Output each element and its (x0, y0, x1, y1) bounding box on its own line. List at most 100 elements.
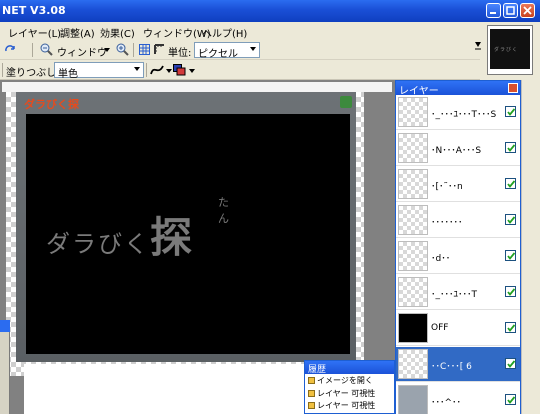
layer-thumbnail (398, 313, 428, 343)
history-panel-title: 履歴 (308, 365, 327, 375)
title-bar: NET V3.08 (0, 0, 540, 22)
unit-select[interactable]: ピクセル (194, 42, 260, 60)
menu-adjust[interactable]: 調整(A) (60, 25, 95, 40)
blend-mode-icon[interactable] (173, 64, 186, 79)
layer-visibility-checkbox[interactable] (505, 214, 516, 225)
chevron-down-icon (134, 67, 140, 71)
layer-thumbnail (398, 349, 428, 379)
chevron-down-icon (250, 47, 256, 51)
layer-thumbnail (398, 205, 428, 235)
layer-name: ･[･˜･･n (431, 182, 463, 192)
layer-icon (308, 390, 315, 397)
workspace-ruler (2, 82, 392, 92)
minimize-button[interactable] (486, 3, 501, 18)
thumbnail-image: ダラびく (490, 29, 530, 69)
dropdown-arrow-icon[interactable] (166, 69, 172, 73)
dropdown-arrow-icon[interactable] (189, 69, 195, 73)
layer-visibility-checkbox[interactable] (505, 106, 516, 117)
layer-name: ･d･･ (431, 254, 451, 264)
curve-stroke-icon[interactable] (150, 64, 164, 79)
unit-label: 単位: (168, 48, 192, 59)
toolbar-grip (2, 63, 3, 77)
window-title: NET V3.08 (2, 4, 66, 17)
redo-icon[interactable] (4, 43, 16, 58)
layer-row[interactable]: OFF (396, 311, 520, 346)
fill-select-value: 単色 (58, 69, 78, 80)
toolbar-separator (146, 63, 147, 77)
thumbnail-logo: ダラびく (494, 47, 519, 53)
maximize-button[interactable] (503, 3, 518, 18)
layer-visibility-checkbox[interactable] (505, 178, 516, 189)
layer-thumbnail (398, 97, 428, 127)
menu-bar: レイヤー(L) 調整(A) 効果(C) ウィンドウ(W) ヘルプ(H) (0, 22, 480, 40)
toolbar-separator (32, 43, 33, 57)
toolbar-main: ウィンドウ 単位: ピクセル (0, 40, 480, 60)
layer-name: OFF (431, 323, 449, 333)
menu-layer[interactable]: レイヤー(L) (8, 25, 61, 40)
layers-scrollbar[interactable] (521, 80, 540, 414)
layer-name: ･_･･･ﾕ･･･T･･･S (431, 110, 497, 120)
history-panel: 履歴 イメージを開く レイヤー 可視性 レイヤー 可視性 (304, 360, 395, 414)
close-button[interactable] (520, 3, 535, 18)
history-item[interactable]: イメージを開く (308, 375, 373, 386)
tools-panel-stub[interactable] (0, 320, 10, 414)
logo-ruby: たん (218, 196, 229, 225)
layer-row[interactable]: ･N･･･A･･･S (396, 131, 520, 166)
menu-help[interactable]: ヘルプ(H) (202, 25, 247, 40)
logo-kana: ダラびく (46, 230, 150, 258)
image-document[interactable]: ダラびく探 ダラびく探 たん (16, 92, 356, 362)
history-item[interactable]: レイヤー 可視性 (308, 388, 375, 399)
fill-label: 塗りつぶし: (6, 68, 60, 79)
fill-select[interactable]: 単色 (54, 62, 144, 80)
logo-small: ダラびく探 (24, 98, 79, 111)
layers-panel-titlebar[interactable]: レイヤー (396, 81, 520, 97)
layer-thumbnail (398, 133, 428, 163)
layer-visibility-checkbox[interactable] (505, 286, 516, 297)
layer-name: ･･･････ (431, 218, 463, 228)
layer-thumbnail (398, 277, 428, 307)
menu-window[interactable]: ウィンドウ(W) (143, 25, 211, 40)
layer-thumbnail (398, 169, 428, 199)
layer-row[interactable]: ･･･^･･ (396, 383, 520, 414)
logo-kanji: 探 (150, 213, 193, 262)
ruler-icon[interactable] (154, 44, 165, 58)
zoom-out-icon[interactable] (40, 43, 53, 59)
toolbar-tool-options: 塗りつぶし: 単色 (0, 60, 480, 80)
window-dropdown-label[interactable]: ウィンドウ (57, 44, 107, 59)
open-image-icon (308, 377, 315, 384)
refresh-icon (340, 96, 352, 108)
layer-thumbnail (398, 241, 428, 271)
history-panel-titlebar[interactable]: 履歴 (305, 361, 394, 375)
logo-large: ダラびく探 たん (46, 196, 229, 265)
layer-row[interactable]: ･d･･ (396, 239, 520, 274)
canvas-thumbnail[interactable]: ダラびく (487, 25, 533, 75)
layers-panel: レイヤー ･_･･･ﾕ･･･T･･･S ･N･･･A･･･S ･[･˜･･n ････… (395, 80, 521, 414)
layer-visibility-checkbox[interactable] (505, 142, 516, 153)
canvas-white-area (24, 364, 324, 414)
tools-panel-titlebar[interactable] (0, 320, 10, 332)
layer-visibility-checkbox[interactable] (505, 250, 516, 261)
grid-icon[interactable] (139, 44, 150, 58)
close-icon[interactable] (508, 83, 518, 93)
layer-thumbnail (398, 385, 428, 414)
app-window: NET V3.08 レイヤー(L) 調整(A) 効果(C) ウィンドウ(W) ヘ… (0, 0, 540, 414)
layer-visibility-checkbox[interactable] (505, 358, 516, 369)
zoom-in-icon[interactable] (116, 43, 129, 59)
layer-visibility-checkbox[interactable] (505, 394, 516, 405)
layer-name: ･･･^･･ (431, 398, 462, 408)
toolbar-separator (133, 43, 134, 57)
menu-effects[interactable]: 効果(C) (100, 25, 135, 40)
dropdown-arrow-icon[interactable] (104, 48, 110, 52)
layer-name: ･_･･･ﾕ･･･T (431, 290, 477, 300)
layer-icon (308, 402, 315, 409)
layer-row[interactable]: ･_･･･ﾕ･･･T (396, 275, 520, 310)
history-item[interactable]: レイヤー 可視性 (308, 400, 375, 411)
layer-row[interactable]: ･[･˜･･n (396, 167, 520, 202)
layer-name: ･･C･･･[ 6 (431, 362, 472, 372)
layer-visibility-checkbox[interactable] (505, 322, 516, 333)
layer-row[interactable]: ･･･････ (396, 203, 520, 238)
layer-row[interactable]: ･･C･･･[ 6 (396, 347, 520, 382)
layer-row[interactable]: ･_･･･ﾕ･･･T･･･S (396, 95, 520, 130)
unit-select-value: ピクセル (198, 49, 238, 60)
panel-menu-icon[interactable] (474, 40, 482, 53)
